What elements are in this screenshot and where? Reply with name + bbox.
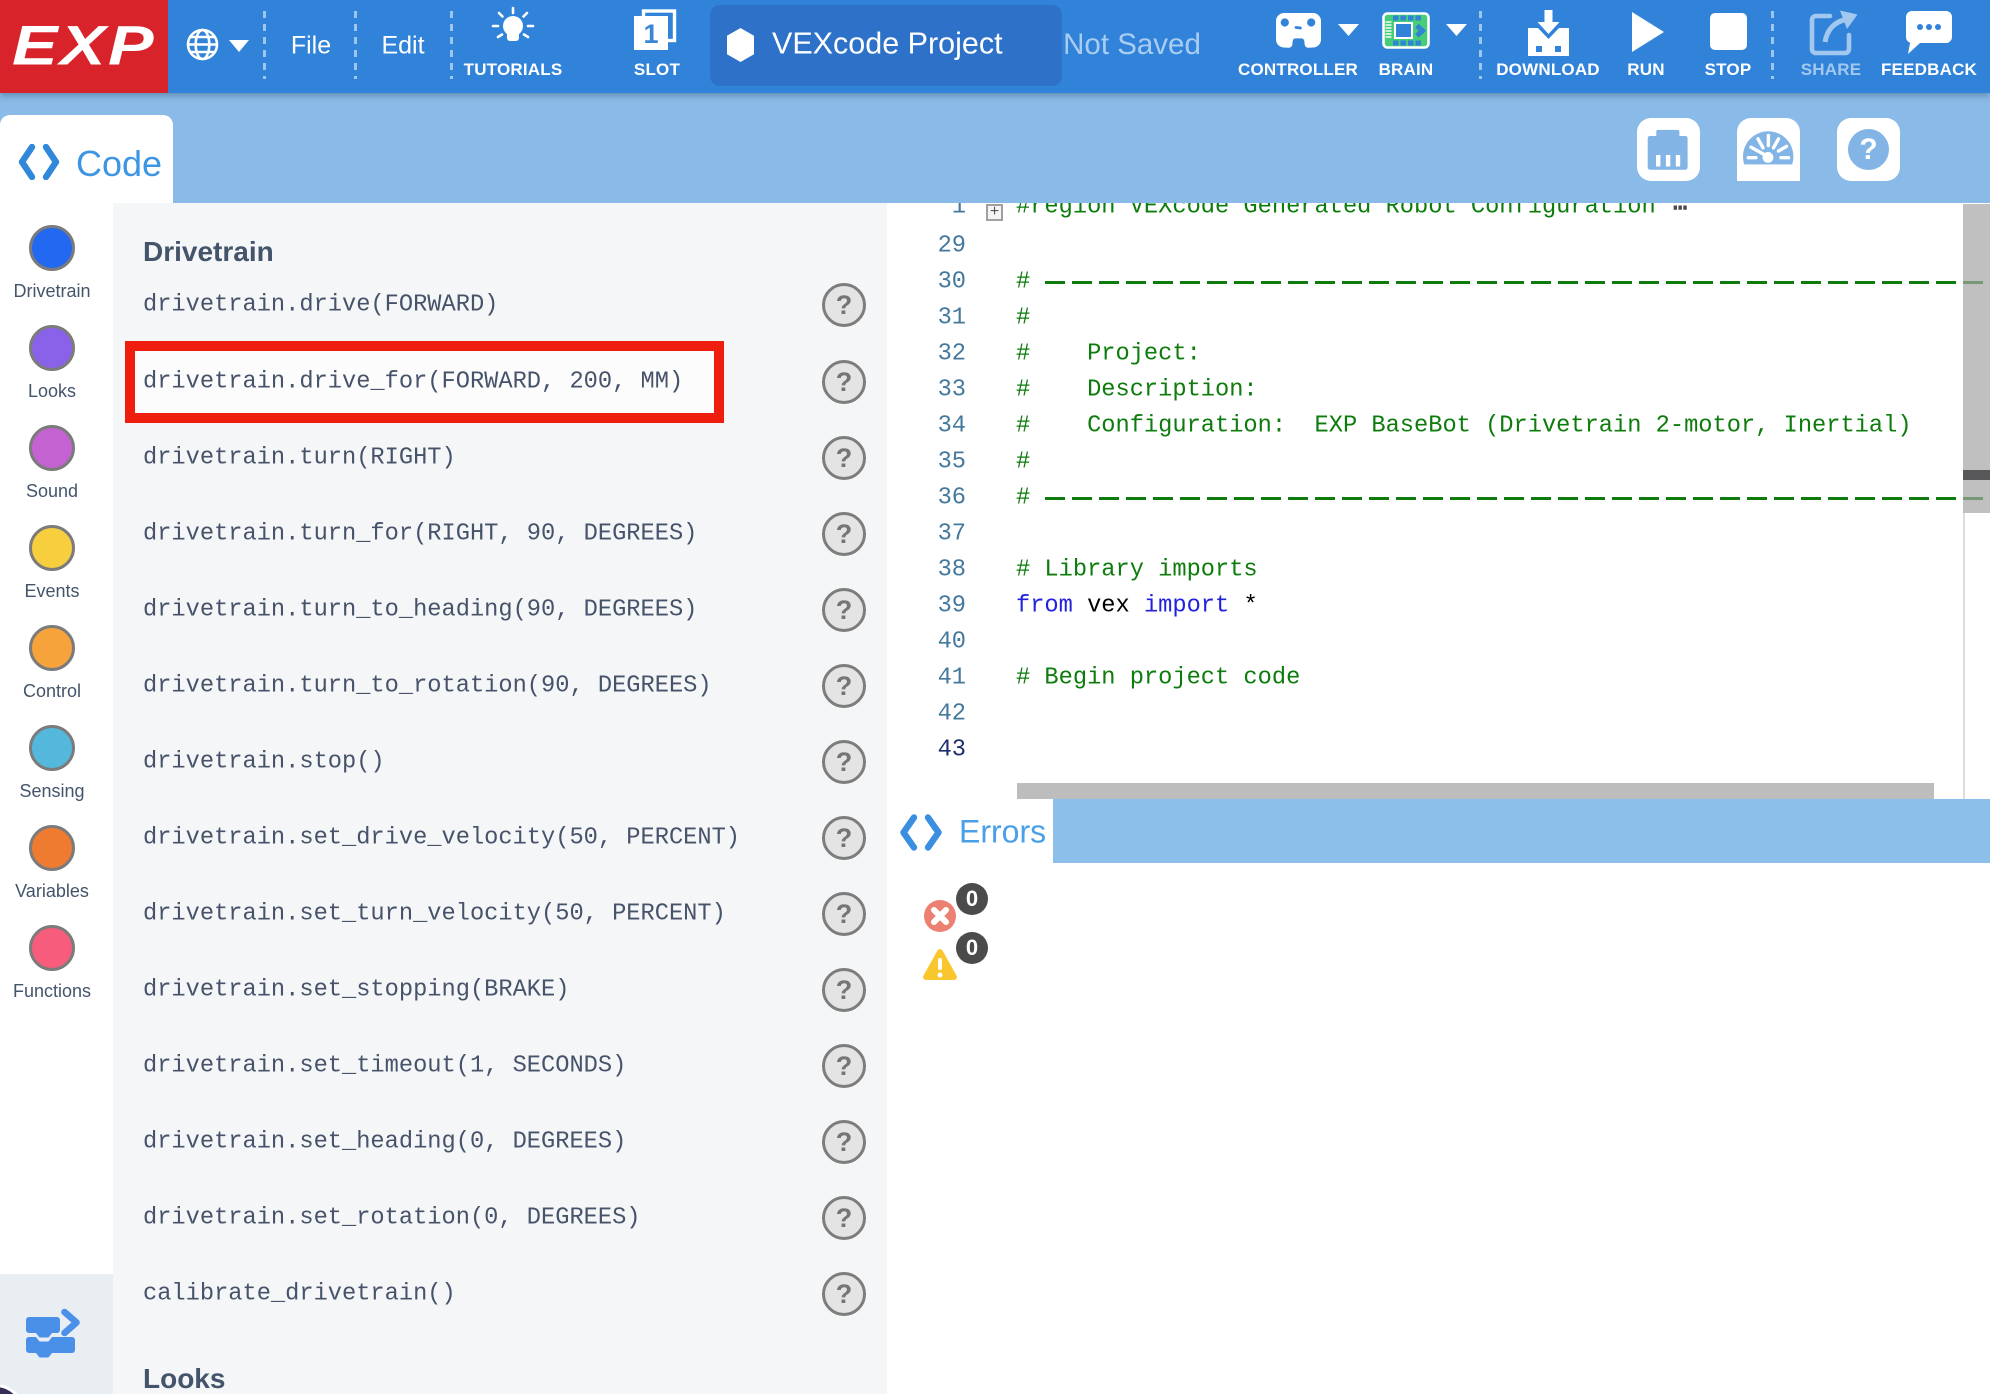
- svg-text:?: ?: [1859, 133, 1877, 166]
- svg-text:1: 1: [643, 19, 658, 49]
